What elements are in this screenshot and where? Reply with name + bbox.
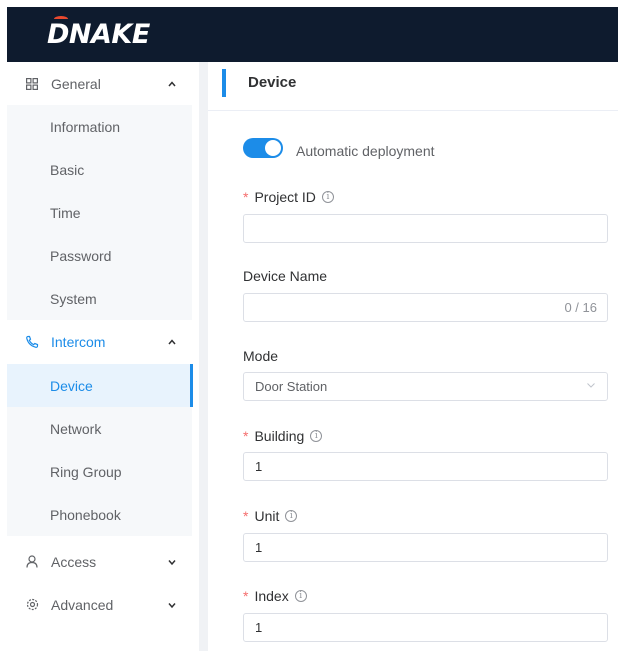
sidebar-item-label: Basic (50, 161, 85, 178)
sidebar-group-label: Advanced (51, 596, 114, 613)
device-name-label: Device Name (243, 268, 327, 284)
sidebar: General Information Basic Time Password … (7, 62, 205, 651)
mode-label: Mode (243, 348, 278, 364)
sidebar-item-phonebook[interactable]: Phonebook (7, 493, 192, 536)
project-id-label: * Project ID i (243, 189, 334, 205)
field-label-text: Unit (254, 508, 280, 524)
sidebar-item-label: Ring Group (50, 463, 122, 480)
toggle-knob (265, 140, 281, 156)
gear-icon (25, 598, 39, 612)
info-icon[interactable]: i (285, 510, 298, 522)
auto-deploy-label: Automatic deployment (296, 143, 435, 159)
sidebar-item-basic[interactable]: Basic (7, 148, 192, 191)
info-icon[interactable]: i (321, 191, 334, 203)
logo: DNAKE (47, 19, 150, 50)
mode-select[interactable]: Door Station (243, 372, 608, 401)
char-counter: 0 / 16 (564, 300, 597, 315)
sidebar-group-label: Access (51, 553, 97, 570)
sidebar-item-ring-group[interactable]: Ring Group (7, 450, 192, 493)
sidebar-item-label: Time (50, 204, 81, 221)
sidebar-item-system[interactable]: System (7, 277, 192, 320)
sidebar-item-password[interactable]: Password (7, 234, 192, 277)
auto-deploy-toggle[interactable] (243, 138, 283, 158)
chevron-up-icon (168, 338, 176, 344)
sidebar-item-label: Phonebook (50, 506, 121, 523)
sidebar-group-label: Intercom (51, 333, 106, 350)
field-label-text: Index (254, 588, 289, 604)
index-input[interactable]: 1 (243, 613, 608, 642)
unit-label: * Unit i (243, 508, 298, 524)
mode-select-value: Door Station (255, 379, 328, 394)
sidebar-group-general[interactable]: General (7, 62, 192, 105)
sidebar-group-intercom[interactable]: Intercom (7, 320, 192, 363)
sidebar-item-device[interactable]: Device (7, 364, 193, 407)
required-mark: * (243, 508, 249, 524)
chevron-down-icon (168, 602, 176, 608)
page-title: Device (248, 74, 297, 91)
project-id-input[interactable] (243, 214, 608, 243)
sidebar-item-network[interactable]: Network (7, 407, 192, 450)
building-input[interactable]: 1 (243, 452, 608, 481)
sidebar-group-access[interactable]: Access (7, 540, 192, 583)
active-indicator (190, 364, 193, 407)
user-icon (25, 555, 39, 569)
required-mark: * (243, 189, 249, 205)
chevron-down-icon (587, 383, 595, 388)
info-icon[interactable]: i (294, 590, 307, 602)
info-icon[interactable]: i (310, 430, 323, 442)
building-label: * Building i (243, 428, 323, 444)
title-accent-bar (222, 69, 226, 97)
field-label-text: Building (254, 428, 305, 444)
sidebar-item-information[interactable]: Information (7, 105, 192, 148)
field-label-text: Device Name (243, 268, 328, 284)
panel-divider (199, 62, 208, 651)
field-label-text: Project ID (254, 189, 316, 205)
sidebar-item-label: Network (50, 420, 102, 437)
sidebar-group-advanced[interactable]: Advanced (7, 583, 192, 626)
device-name-input[interactable]: 0 / 16 (243, 293, 608, 322)
chevron-up-icon (168, 80, 176, 86)
grid-icon (25, 77, 39, 91)
sidebar-item-label: Device (50, 377, 93, 394)
sidebar-item-label: Password (50, 247, 112, 264)
chevron-down-icon (168, 559, 176, 565)
sidebar-item-label: System (50, 290, 97, 307)
sidebar-item-time[interactable]: Time (7, 191, 192, 234)
top-header: DNAKE (7, 7, 618, 62)
unit-input[interactable]: 1 (243, 533, 608, 562)
title-divider (208, 110, 618, 111)
field-label-text: Mode (243, 348, 279, 364)
sidebar-item-label: Information (50, 118, 121, 135)
index-label: * Index i (243, 588, 307, 604)
sidebar-group-label: General (51, 75, 101, 92)
required-mark: * (243, 428, 249, 444)
phone-icon (25, 335, 39, 349)
required-mark: * (243, 588, 249, 604)
main-panel: Device Automatic deployment * Project ID… (208, 62, 618, 651)
